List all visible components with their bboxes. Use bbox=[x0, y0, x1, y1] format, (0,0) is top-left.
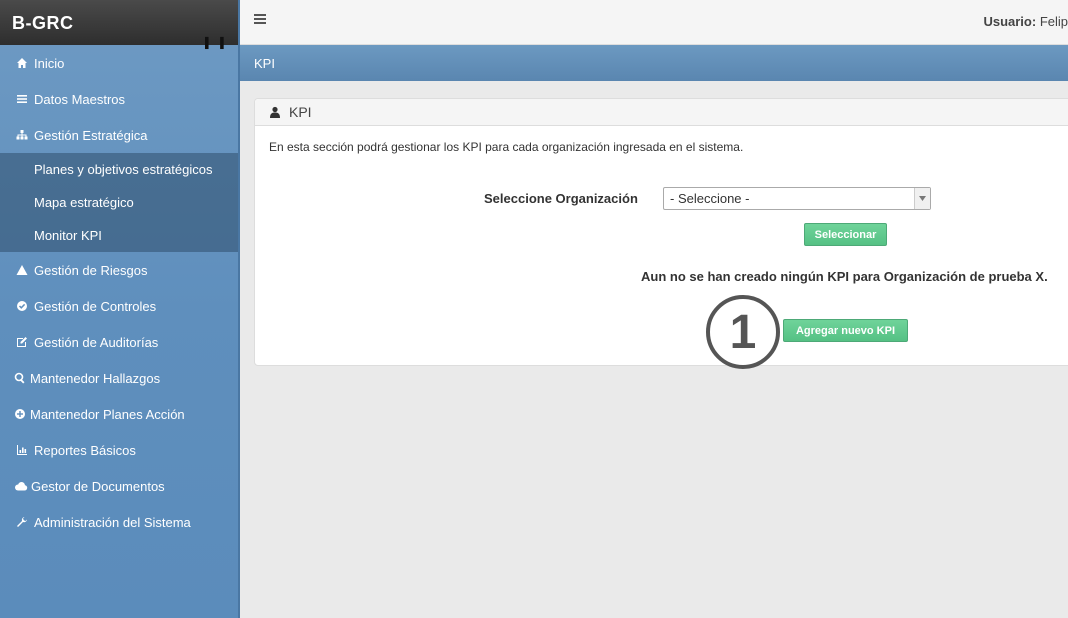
organization-label: Seleccione Organización bbox=[484, 191, 638, 206]
sidebar-item-label: Reportes Básicos bbox=[34, 442, 136, 458]
sidebar-item-label: Mantenedor Hallazgos bbox=[30, 370, 161, 386]
edit-icon bbox=[14, 336, 30, 348]
sidebar-item-inicio[interactable]: Inicio bbox=[0, 45, 238, 81]
sidebar-item-reportes[interactable]: Reportes Básicos bbox=[0, 432, 238, 468]
sidebar-item-label: Gestor de Documentos bbox=[31, 478, 165, 494]
wrench-icon bbox=[14, 516, 30, 528]
page-header: KPI bbox=[240, 45, 1068, 81]
sidebar-item-label: Gestión de Auditorías bbox=[34, 334, 159, 350]
submenu-item-planes[interactable]: Planes y objetivos estratégicos bbox=[0, 153, 238, 186]
panel-title: KPI bbox=[289, 104, 312, 120]
sidebar-item-label: Gestión de Riesgos bbox=[34, 262, 148, 278]
search-icon bbox=[14, 372, 26, 384]
sidebar-item-gestion-controles[interactable]: Gestión de Controles bbox=[0, 288, 238, 324]
kpi-panel: KPI En esta sección podrá gestionar los … bbox=[254, 98, 1068, 369]
sidebar-item-mantenedor-planes[interactable]: Mantenedor Planes Acción bbox=[0, 396, 238, 432]
sidebar-item-label: Datos Maestros bbox=[34, 91, 126, 107]
sidebar-item-label: Gestión Estratégica bbox=[34, 127, 148, 143]
submenu-item-monitor-kpi[interactable]: Monitor KPI bbox=[0, 219, 238, 252]
sidebar-item-gestor-documentos[interactable]: Gestor de Documentos bbox=[0, 468, 238, 504]
check-circle-icon bbox=[14, 300, 30, 312]
user-label: Usuario: bbox=[983, 14, 1037, 29]
sidebar-item-administracion[interactable]: Administración del Sistema bbox=[0, 504, 238, 540]
plus-circle-icon bbox=[14, 408, 26, 420]
user-icon bbox=[270, 106, 280, 118]
sidebar-item-gestion-auditorias[interactable]: Gestión de Auditorías bbox=[0, 324, 238, 360]
sidebar-nav: Inicio Datos Maestros Gestión Estratégic… bbox=[0, 45, 238, 540]
organization-select-value: - Seleccione - bbox=[670, 191, 750, 206]
sidebar-item-label: Administración del Sistema bbox=[34, 514, 191, 530]
cloud-icon bbox=[14, 480, 28, 492]
sidebar-item-label: Gestión de Controles bbox=[34, 298, 157, 314]
submenu-item-mapa[interactable]: Mapa estratégico bbox=[0, 186, 238, 219]
sidebar-item-gestion-estrategica[interactable]: Gestión Estratégica bbox=[0, 117, 238, 153]
user-info[interactable]: Usuario: Felip bbox=[983, 14, 1068, 29]
sidebar-item-label: Mantenedor Planes Acción bbox=[30, 406, 185, 422]
user-name: Felip bbox=[1039, 14, 1068, 29]
app-logo[interactable]: B-GRC ▌▌ bbox=[0, 0, 238, 49]
sidebar-item-datos-maestros[interactable]: Datos Maestros bbox=[0, 81, 238, 117]
brand-marks: ▌▌ bbox=[205, 38, 236, 49]
sidebar-item-gestion-riesgos[interactable]: Gestión de Riesgos bbox=[0, 252, 238, 288]
submenu-gestion-estrategica: Planes y objetivos estratégicos Mapa est… bbox=[0, 153, 238, 252]
no-kpi-notice: Aun no se han creado ningún KPI para Org… bbox=[641, 269, 1048, 284]
menu-toggle-icon[interactable] bbox=[254, 14, 266, 26]
sidebar-item-mantenedor-hallazgos[interactable]: Mantenedor Hallazgos bbox=[0, 360, 238, 396]
home-icon bbox=[14, 57, 30, 69]
page-title: KPI bbox=[254, 56, 275, 71]
sidebar-item-label: Inicio bbox=[34, 55, 65, 71]
panel-heading: KPI bbox=[255, 99, 1068, 126]
step-number-annotation: 1 bbox=[706, 295, 780, 369]
bar-chart-icon bbox=[14, 444, 30, 456]
panel-intro-text: En esta sección podrá gestionar los KPI … bbox=[269, 140, 744, 154]
list-icon bbox=[14, 93, 30, 105]
add-kpi-button[interactable]: Agregar nuevo KPI bbox=[783, 319, 908, 342]
chevron-down-icon bbox=[914, 188, 930, 209]
select-button[interactable]: Seleccionar bbox=[804, 223, 887, 246]
top-bar: Usuario: Felip bbox=[240, 0, 1068, 45]
warning-icon bbox=[14, 264, 30, 276]
sitemap-icon bbox=[14, 129, 30, 141]
organization-select[interactable]: - Seleccione - bbox=[663, 187, 931, 210]
brand-name: B-GRC bbox=[12, 13, 74, 33]
sidebar: B-GRC ▌▌ Inicio Datos Maestros Gestión E… bbox=[0, 0, 240, 618]
